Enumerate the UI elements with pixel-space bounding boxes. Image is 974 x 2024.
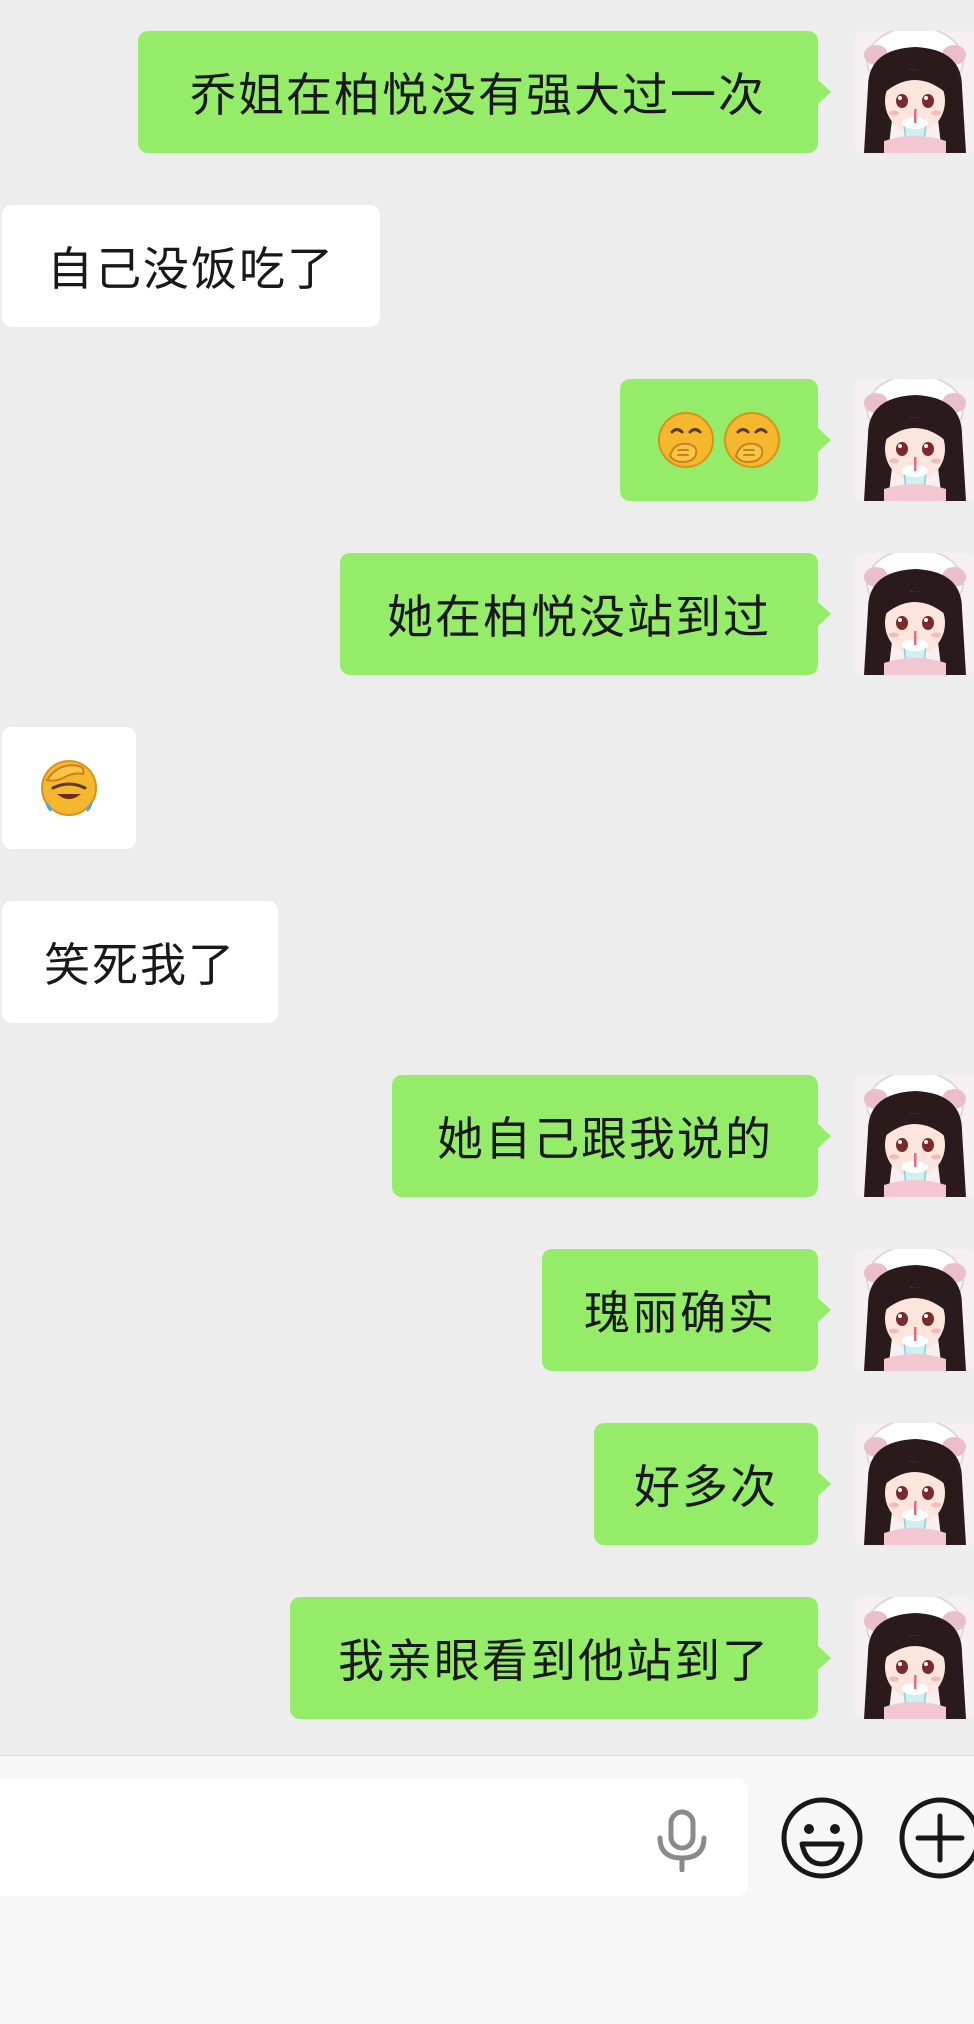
hand-over-mouth-emoji [722,410,782,470]
message-sent: 她在柏悦没站到过 [0,553,974,675]
message-sent: 瑰丽确实 [0,1249,974,1371]
avatar[interactable] [854,1249,974,1371]
message-text: 她在柏悦没站到过 [387,590,771,644]
message-bubble[interactable] [620,379,831,501]
chat-history[interactable]: 乔姐在柏悦没有强大过一次 自己没饭吃了 她在柏悦没站到过 笑死我了 她自己跟我说… [0,0,974,1755]
message-received [0,727,974,849]
message-sent: 好多次 [0,1423,974,1545]
avatar-image [854,1597,974,1719]
facepalm-emoji [39,758,99,818]
avatar-image [854,31,974,153]
avatar-image [854,1075,974,1197]
message-text: 乔姐在柏悦没有强大过一次 [190,68,766,122]
message-input[interactable] [0,1778,748,1896]
avatar[interactable] [854,1075,974,1197]
avatar-image [854,1249,974,1371]
message-text: 笑死我了 [44,938,236,992]
hand-over-mouth-emoji [656,410,716,470]
microphone-icon[interactable] [652,1808,712,1873]
message-bubble[interactable]: 瑰丽确实 [542,1249,831,1371]
avatar-image [854,379,974,501]
message-sent [0,379,974,501]
message-received: 自己没饭吃了 [0,205,974,327]
message-received: 笑死我了 [0,901,974,1023]
avatar[interactable] [854,553,974,675]
message-text: 我亲眼看到他站到了 [338,1634,770,1688]
message-bubble[interactable]: 她在柏悦没站到过 [340,553,831,675]
emoji-icon[interactable] [780,1796,864,1880]
message-text: 好多次 [634,1460,778,1514]
message-text: 瑰丽确实 [584,1286,776,1340]
message-sent: 我亲眼看到他站到了 [0,1597,974,1719]
input-bar [0,1755,974,2024]
avatar-image [854,553,974,675]
message-bubble[interactable]: 好多次 [594,1423,831,1545]
message-sent: 她自己跟我说的 [0,1075,974,1197]
message-bubble[interactable]: 她自己跟我说的 [392,1075,831,1197]
plus-icon[interactable] [898,1796,974,1880]
message-bubble[interactable]: 我亲眼看到他站到了 [290,1597,831,1719]
avatar[interactable] [854,1423,974,1545]
message-text: 她自己跟我说的 [437,1112,773,1166]
message-bubble[interactable]: 笑死我了 [2,901,278,1023]
message-sent: 乔姐在柏悦没有强大过一次 [0,31,974,153]
message-bubble[interactable]: 乔姐在柏悦没有强大过一次 [138,31,831,153]
message-text: 自己没饭吃了 [47,242,335,296]
avatar[interactable] [854,1597,974,1719]
message-bubble[interactable] [2,727,136,849]
avatar-image [854,1423,974,1545]
avatar[interactable] [854,379,974,501]
message-bubble[interactable]: 自己没饭吃了 [2,205,380,327]
avatar[interactable] [854,31,974,153]
